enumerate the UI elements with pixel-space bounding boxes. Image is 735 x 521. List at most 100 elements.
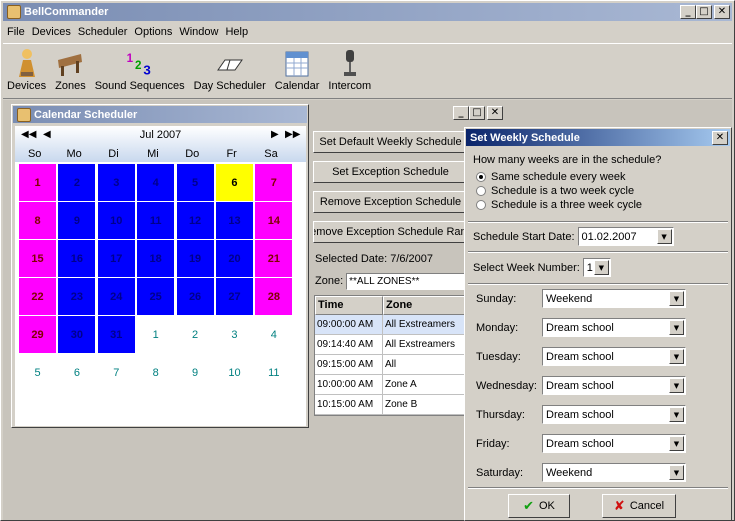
calendar-day-cell[interactable]: 29 <box>19 316 56 353</box>
calendar-day-cell[interactable]: 21 <box>255 240 293 277</box>
calendar-day-cell[interactable]: 6 <box>215 164 253 201</box>
dropdown-arrow-icon[interactable]: ▼ <box>669 407 684 422</box>
set-default-weekly-schedule-button[interactable]: Set Default Weekly Schedule <box>313 131 468 153</box>
calendar-day-cell[interactable]: 7 <box>255 164 293 201</box>
calendar-day-cell[interactable]: 8 <box>137 354 175 391</box>
calendar-day-cell[interactable]: 13 <box>215 202 253 239</box>
thursday-schedule-select[interactable]: Dream school ▼ <box>542 405 686 424</box>
friday-schedule-select[interactable]: Dream school ▼ <box>542 434 686 453</box>
calendar-day-cell[interactable]: 11 <box>255 354 293 391</box>
dropdown-arrow-icon[interactable]: ▼ <box>669 436 684 451</box>
dropdown-arrow-icon[interactable]: ▼ <box>669 349 684 364</box>
toolbar-devices-button[interactable]: Devices <box>7 48 46 92</box>
menu-options[interactable]: Options <box>134 26 172 38</box>
cancel-button[interactable]: ✘ Cancel <box>602 494 676 518</box>
calendar-day-cell[interactable]: 20 <box>215 240 253 277</box>
calendar-day-cell[interactable]: 6 <box>58 354 96 391</box>
menu-window[interactable]: Window <box>179 26 218 38</box>
calendar-day-cell[interactable]: 15 <box>19 240 56 277</box>
wednesday-schedule-select[interactable]: Dream school ▼ <box>542 376 686 395</box>
calendar-day-cell[interactable]: 8 <box>19 202 56 239</box>
calendar-day-cell[interactable]: 4 <box>137 164 175 201</box>
dropdown-arrow-icon[interactable]: ▼ <box>669 378 684 393</box>
tuesday-schedule-select[interactable]: Dream school ▼ <box>542 347 686 366</box>
remove-exception-schedule-button[interactable]: Remove Exception Schedule <box>313 191 468 213</box>
calendar-day-cell[interactable]: 2 <box>58 164 96 201</box>
toolbar-zones-button[interactable]: Zones <box>55 48 86 92</box>
calendar-day-cell[interactable]: 1 <box>19 164 56 201</box>
maximize-button[interactable]: □ <box>696 5 712 19</box>
radio-three-week-cycle[interactable]: Schedule is a three week cycle <box>476 198 728 212</box>
calendar-minimize-button[interactable]: _ <box>453 106 469 120</box>
toolbar-day-scheduler-button[interactable]: Day Scheduler <box>194 48 266 92</box>
start-date-picker[interactable]: 01.02.2007 ▼ <box>577 227 674 246</box>
menu-scheduler[interactable]: Scheduler <box>78 26 128 38</box>
calendar-day-cell[interactable]: 14 <box>255 202 293 239</box>
dropdown-arrow-icon[interactable]: ▼ <box>656 229 672 244</box>
calendar-day-cell[interactable]: 16 <box>58 240 96 277</box>
table-row[interactable]: 09:15:00 AM All <box>315 355 465 375</box>
dropdown-arrow-icon[interactable]: ▼ <box>669 291 684 306</box>
close-button[interactable]: ✕ <box>714 5 730 19</box>
radio-two-week-cycle[interactable]: Schedule is a two week cycle <box>476 184 728 198</box>
table-row[interactable]: 09:00:00 AM All Exstreamers <box>315 315 465 335</box>
calendar-day-cell[interactable]: 10 <box>97 202 135 239</box>
time-column-header[interactable]: Time <box>315 296 383 315</box>
table-row[interactable]: 10:00:00 AM Zone A <box>315 375 465 395</box>
radio-same-every-week[interactable]: Same schedule every week <box>476 170 728 184</box>
calendar-day-cell[interactable]: 31 <box>97 316 135 353</box>
calendar-day-cell[interactable]: 4 <box>255 316 293 353</box>
calendar-day-cell[interactable]: 2 <box>176 316 214 353</box>
zone-column-header[interactable]: Zone <box>383 296 465 315</box>
calendar-day-cell[interactable]: 17 <box>97 240 135 277</box>
next-year-icon[interactable]: ▶▶ <box>285 129 300 140</box>
calendar-day-cell[interactable]: 3 <box>215 316 253 353</box>
calendar-day-cell[interactable]: 19 <box>176 240 214 277</box>
month-calendar: ◀◀ ◀ Jul 2007 ▶ ▶▶ So Mo Di Mi Do Fr Sa <box>15 126 306 426</box>
toolbar-calendar-button[interactable]: Calendar <box>275 48 319 92</box>
calendar-day-cell[interactable]: 9 <box>176 354 214 391</box>
monday-schedule-select[interactable]: Dream school ▼ <box>542 318 686 337</box>
dialog-close-button[interactable]: ✕ <box>712 131 728 145</box>
dropdown-arrow-icon[interactable]: ▼ <box>669 465 684 480</box>
calendar-day-cell[interactable]: 27 <box>215 278 253 315</box>
calendar-day-cell[interactable]: 22 <box>19 278 56 315</box>
toolbar-intercom-button[interactable]: Intercom <box>328 48 371 92</box>
toolbar-sound-sequences-button[interactable]: 123 Sound Sequences <box>95 48 185 92</box>
calendar-day-cell[interactable]: 11 <box>137 202 175 239</box>
calendar-day-cell[interactable]: 10 <box>215 354 253 391</box>
sunday-schedule-select[interactable]: Weekend ▼ <box>542 289 686 308</box>
ok-button[interactable]: ✔ OK <box>508 494 570 518</box>
calendar-day-cell[interactable]: 25 <box>137 278 175 315</box>
menu-help[interactable]: Help <box>225 26 248 38</box>
calendar-day-cell[interactable]: 1 <box>137 316 175 353</box>
next-month-icon[interactable]: ▶ <box>271 129 279 140</box>
menu-devices[interactable]: Devices <box>32 26 71 38</box>
calendar-day-cell[interactable]: 30 <box>58 316 96 353</box>
calendar-close-button[interactable]: ✕ <box>487 106 503 120</box>
calendar-day-cell[interactable]: 5 <box>176 164 214 201</box>
calendar-day-cell[interactable]: 26 <box>176 278 214 315</box>
calendar-day-cell[interactable]: 7 <box>97 354 135 391</box>
minimize-button[interactable]: _ <box>680 5 696 19</box>
dropdown-arrow-icon[interactable]: ▼ <box>593 260 609 275</box>
remove-exception-schedule-range-button[interactable]: Remove Exception Schedule Range <box>313 221 468 243</box>
zone-select[interactable]: **ALL ZONES** <box>346 272 465 290</box>
week-number-select[interactable]: 1 ▼ <box>582 258 611 277</box>
calendar-day-cell[interactable]: 23 <box>58 278 96 315</box>
toolbar-devices-label: Devices <box>7 80 47 92</box>
calendar-day-cell[interactable]: 9 <box>58 202 96 239</box>
table-row[interactable]: 09:14:40 AM All Exstreamers <box>315 335 465 355</box>
dropdown-arrow-icon[interactable]: ▼ <box>669 320 684 335</box>
calendar-day-cell[interactable]: 24 <box>97 278 135 315</box>
table-row[interactable]: 10:15:00 AM Zone B <box>315 395 465 415</box>
calendar-day-cell[interactable]: 12 <box>176 202 214 239</box>
set-exception-schedule-button[interactable]: Set Exception Schedule <box>313 161 468 183</box>
calendar-day-cell[interactable]: 28 <box>255 278 293 315</box>
calendar-day-cell[interactable]: 3 <box>97 164 135 201</box>
saturday-schedule-select[interactable]: Weekend ▼ <box>542 463 686 482</box>
menu-file[interactable]: File <box>7 26 25 38</box>
calendar-day-cell[interactable]: 18 <box>137 240 175 277</box>
calendar-maximize-button[interactable]: □ <box>469 106 485 120</box>
calendar-day-cell[interactable]: 5 <box>19 354 56 391</box>
